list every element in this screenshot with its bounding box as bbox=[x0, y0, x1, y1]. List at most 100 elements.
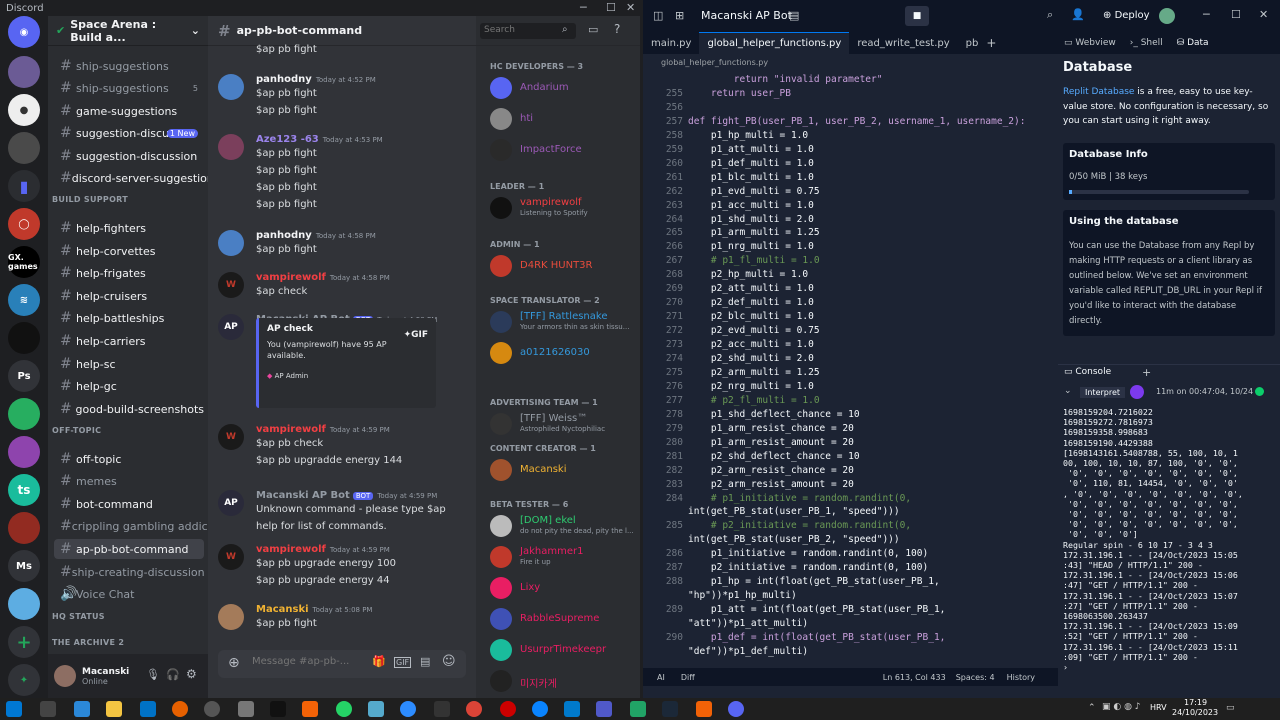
steam-icon[interactable] bbox=[662, 701, 678, 717]
avatar[interactable]: W bbox=[218, 272, 244, 298]
replit-icon[interactable] bbox=[696, 701, 712, 717]
channel-item[interactable]: 🔊 Voice Chat bbox=[54, 584, 204, 604]
gif-icon[interactable]: GIF bbox=[394, 657, 412, 668]
help-icon[interactable]: ? bbox=[614, 22, 620, 36]
channel-item[interactable]: # memes bbox=[54, 471, 204, 491]
opera-icon[interactable] bbox=[500, 701, 516, 717]
server-icon[interactable]: ● bbox=[8, 94, 40, 126]
member-item[interactable]: [TFF] Rattlesnake Your armors thin as ski… bbox=[490, 309, 640, 337]
channel-item[interactable]: # ap-pb-bot-command bbox=[54, 539, 204, 559]
avatar[interactable] bbox=[218, 74, 244, 100]
explore-icon[interactable]: ✦ bbox=[8, 664, 40, 696]
tab-webview[interactable]: ▭ Webview bbox=[1064, 38, 1116, 48]
tab-pb[interactable]: pb bbox=[958, 32, 987, 54]
minimize-icon[interactable]: ─ bbox=[580, 1, 587, 14]
folder-icon[interactable]: ▮ bbox=[8, 170, 40, 202]
member-item[interactable]: Lixy bbox=[490, 575, 640, 603]
channel-item[interactable]: # off-topic bbox=[54, 449, 204, 469]
channel-item[interactable]: # bot-command bbox=[54, 494, 204, 514]
channel-item[interactable]: # help-fighters bbox=[54, 218, 204, 238]
discord-icon[interactable] bbox=[728, 701, 744, 717]
avatar[interactable] bbox=[1159, 8, 1175, 24]
member-item[interactable]: RabbleSupreme bbox=[490, 606, 640, 634]
sidebar-toggle-icon[interactable]: ◫ bbox=[653, 9, 663, 22]
using-title[interactable]: Using the database bbox=[1069, 216, 1269, 227]
member-item[interactable]: a0121626030 bbox=[490, 340, 640, 368]
channel-item[interactable]: # crippling gambling addic... bbox=[54, 516, 208, 536]
message-author[interactable]: vampirewolf bbox=[256, 544, 326, 555]
channel-item[interactable]: # help-gc bbox=[54, 376, 204, 396]
indent-setting[interactable]: Spaces: 4 bbox=[956, 673, 995, 682]
member-item[interactable]: [TFF] Weiss™ Astrophiled Nyctophiliac bbox=[490, 411, 640, 439]
server-icon[interactable]: ≋ bbox=[8, 284, 40, 316]
ai-button[interactable]: AI bbox=[657, 673, 665, 682]
clock-time[interactable]: 17:19 bbox=[1184, 698, 1207, 707]
calculator-icon[interactable] bbox=[238, 701, 254, 717]
avatar[interactable] bbox=[54, 665, 76, 687]
firefox-icon[interactable] bbox=[172, 701, 188, 717]
taskbar-app-icon[interactable] bbox=[204, 701, 220, 717]
server-icon[interactable] bbox=[8, 132, 40, 164]
stop-button[interactable]: ■ bbox=[905, 6, 929, 26]
channel-item[interactable]: # discord-server-suggestion bbox=[54, 168, 208, 188]
replit-database-link[interactable]: Replit Database bbox=[1063, 87, 1134, 97]
channel-item[interactable]: # help-frigates bbox=[54, 263, 204, 283]
channel-item[interactable]: # good-build-screenshots bbox=[54, 399, 204, 419]
channel-item[interactable]: # suggestion-discussion bbox=[54, 146, 204, 166]
gift-icon[interactable]: 🎁 bbox=[372, 655, 386, 668]
member-item[interactable]: vampirewolf Listening to Spotify bbox=[490, 195, 640, 223]
message-input[interactable] bbox=[252, 656, 352, 667]
avatar[interactable] bbox=[218, 230, 244, 256]
project-name[interactable]: Macanski AP Bot bbox=[701, 9, 792, 22]
emoji-icon[interactable]: ☺ bbox=[442, 654, 456, 669]
chrome-icon[interactable] bbox=[466, 701, 482, 717]
add-attachment-icon[interactable]: ⊕ bbox=[228, 655, 240, 671]
message-author[interactable]: Macanski AP Bot bbox=[256, 490, 350, 501]
add-tab-icon[interactable]: + bbox=[986, 36, 996, 50]
server-header[interactable]: ✔ Space Arena : Build a... ⌄ bbox=[48, 16, 208, 46]
language-indicator[interactable]: HRV bbox=[1150, 703, 1167, 712]
console-output[interactable]: 1698159204.7216022 1698159272.7816973 16… bbox=[1063, 407, 1273, 672]
file-explorer-icon[interactable] bbox=[106, 701, 122, 717]
pycharm-icon[interactable] bbox=[630, 701, 646, 717]
tab-read-write-test[interactable]: read_write_test.py bbox=[849, 32, 957, 54]
ai-icon[interactable] bbox=[1130, 385, 1144, 399]
search-box[interactable]: ⌕ bbox=[480, 23, 576, 39]
invite-icon[interactable]: 👤 bbox=[1071, 8, 1085, 21]
avatar[interactable] bbox=[218, 604, 244, 630]
server-icon[interactable] bbox=[8, 398, 40, 430]
message-author[interactable]: Aze123 -63 bbox=[256, 134, 319, 145]
category-hq-status[interactable]: HQ STATUS bbox=[52, 612, 105, 621]
message-author[interactable]: vampirewolf bbox=[256, 272, 326, 283]
channel-item[interactable]: # suggestion-discus... 1 New bbox=[54, 123, 204, 143]
avatar[interactable]: W bbox=[218, 544, 244, 570]
member-item[interactable]: hti bbox=[490, 106, 640, 134]
member-item[interactable]: [DOM] ekel do not pity the dead, pity the… bbox=[490, 513, 640, 541]
member-item[interactable]: ImpactForce bbox=[490, 137, 640, 165]
notification-icon[interactable]: ▭ bbox=[1226, 703, 1235, 713]
code-editor[interactable]: return "invalid parameter" 255 return use… bbox=[643, 70, 1058, 668]
member-item[interactable]: Jakhammer1 Fire it up bbox=[490, 544, 640, 572]
maximize-icon[interactable]: ☐ bbox=[1231, 8, 1241, 21]
message-author[interactable]: panhodny bbox=[256, 230, 312, 241]
microphone-icon[interactable]: 🎙 bbox=[146, 668, 160, 681]
server-icon[interactable] bbox=[8, 512, 40, 544]
channel-item[interactable]: # help-battleships bbox=[54, 308, 204, 328]
inbox-icon[interactable]: ▭ bbox=[588, 23, 598, 36]
category-archive[interactable]: THE ARCHIVE 2 bbox=[52, 638, 124, 647]
avatar[interactable]: AP bbox=[218, 490, 244, 516]
channel-item[interactable]: # help-carriers bbox=[54, 331, 204, 351]
server-icon[interactable]: Ms bbox=[8, 550, 40, 582]
headphones-icon[interactable]: 🎧 bbox=[166, 668, 180, 681]
server-icon[interactable] bbox=[8, 588, 40, 620]
channel-item[interactable]: # ship-suggestions bbox=[54, 56, 204, 76]
avatar[interactable]: AP bbox=[218, 314, 244, 340]
gx-games-server-icon[interactable]: GX. games bbox=[8, 246, 40, 278]
diff-button[interactable]: Diff bbox=[681, 673, 695, 682]
replit-icon[interactable] bbox=[302, 701, 318, 717]
server-icon[interactable] bbox=[8, 322, 40, 354]
member-item[interactable]: UsurprTimekeepr bbox=[490, 637, 640, 665]
server-icon[interactable]: ◯ bbox=[8, 208, 40, 240]
channel-item[interactable]: # help-sc bbox=[54, 354, 204, 374]
channel-item[interactable]: # help-cruisers bbox=[54, 286, 204, 306]
